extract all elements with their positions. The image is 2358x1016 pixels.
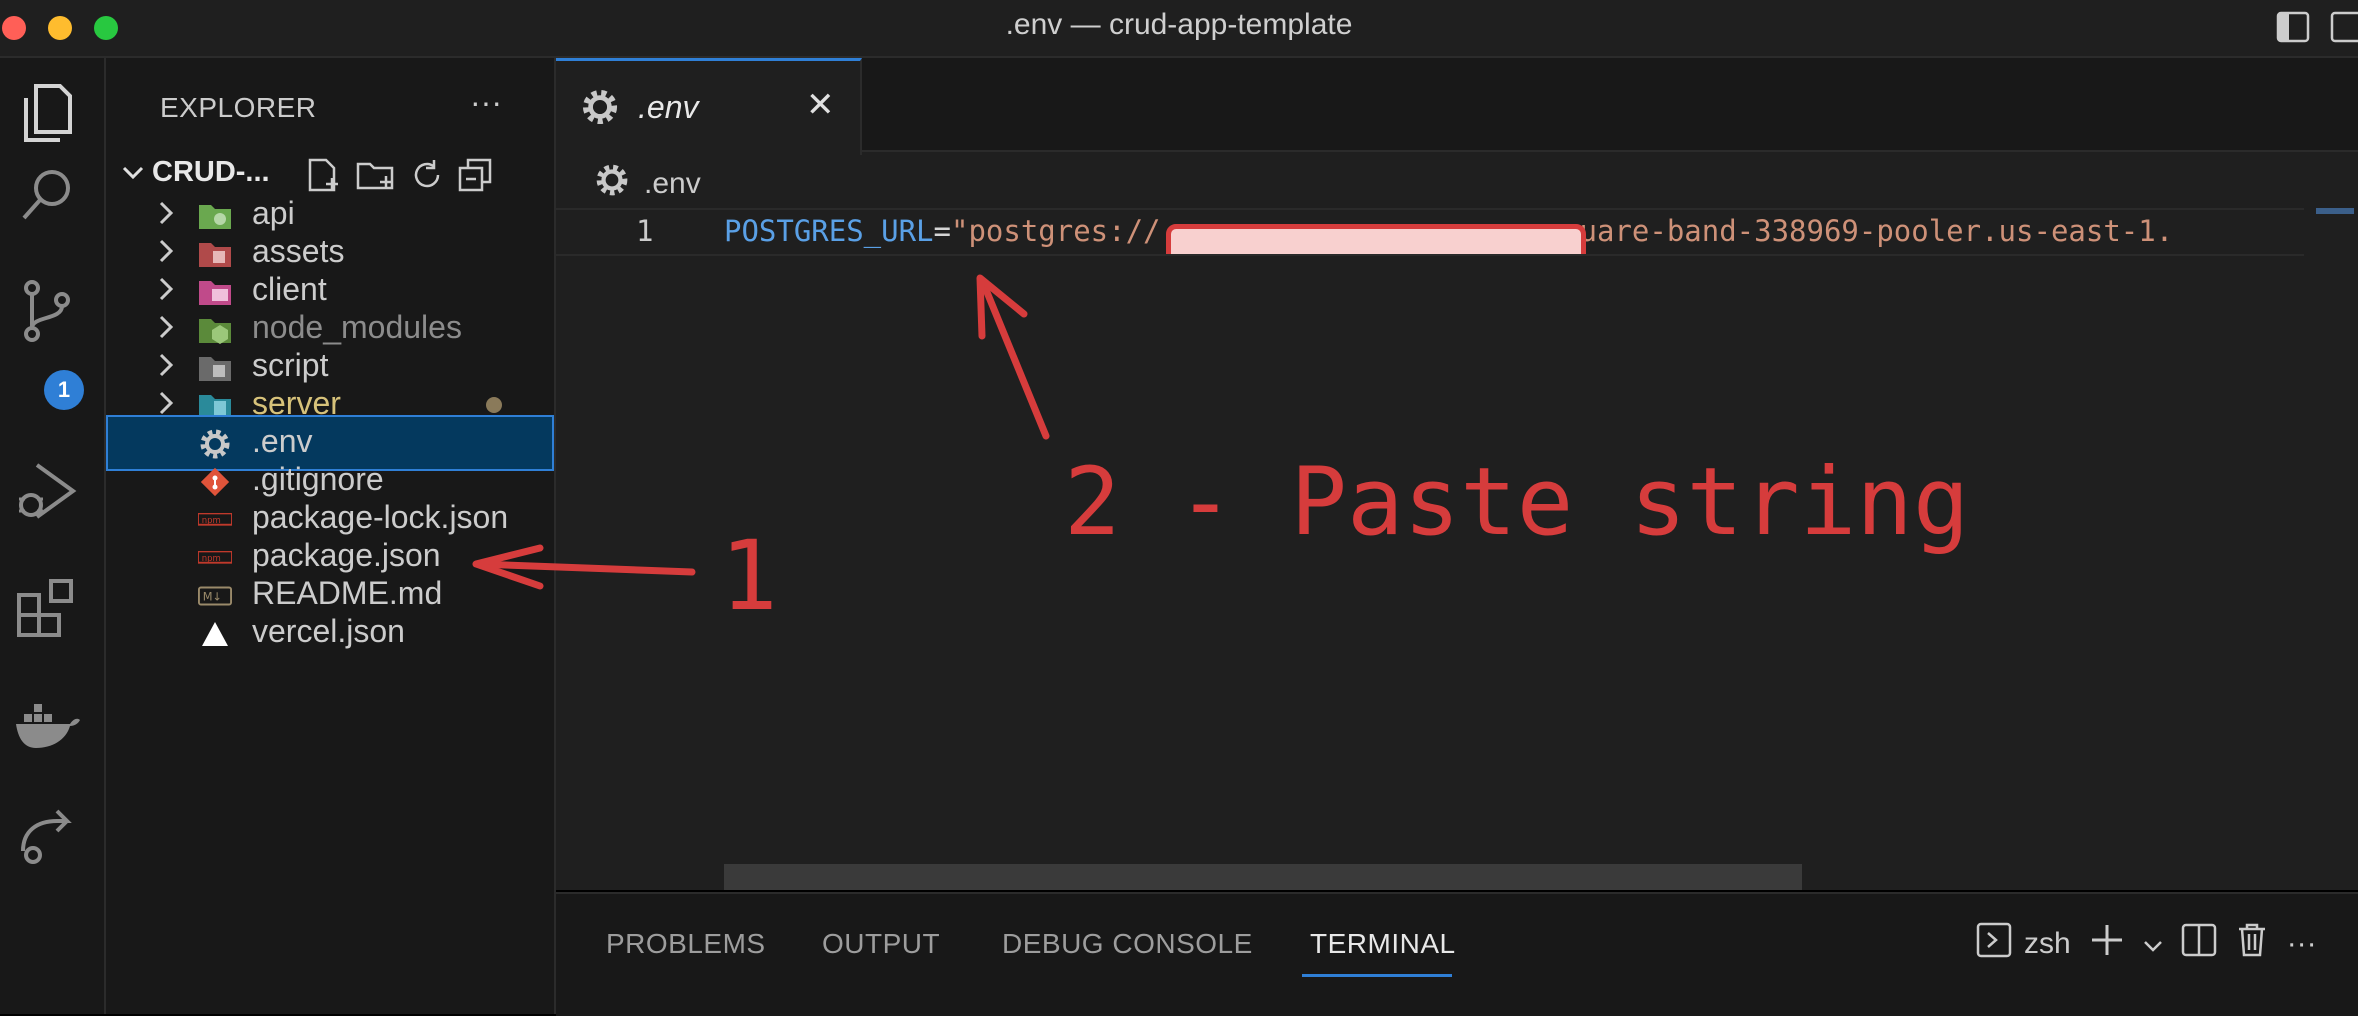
annotation-step-2: 2 - Paste string	[1064, 448, 1970, 557]
arrow-step-1	[472, 544, 696, 590]
annotation-step-1: 1	[720, 520, 778, 632]
arrow-step-2	[976, 274, 1050, 440]
